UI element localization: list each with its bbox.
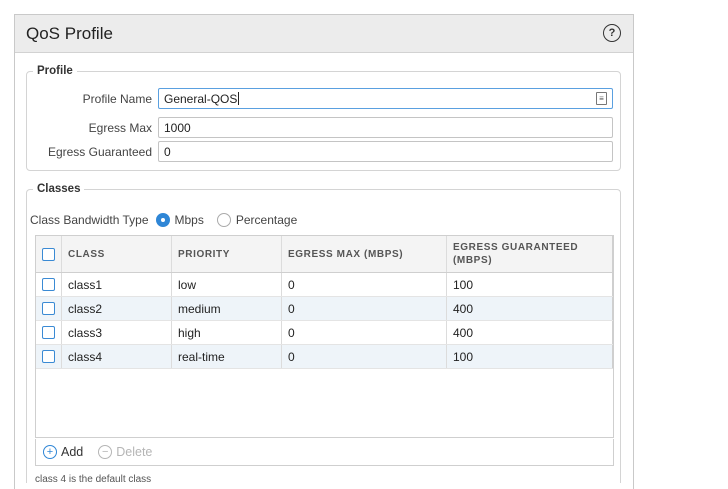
text-caret bbox=[238, 92, 240, 105]
delete-button[interactable]: − Delete bbox=[98, 445, 152, 459]
priority-cell: medium bbox=[172, 297, 282, 320]
classes-legend: Classes bbox=[37, 183, 81, 195]
egress-guaranteed-cell: 100 bbox=[447, 345, 613, 368]
egress-max-cell: 0 bbox=[282, 297, 447, 320]
profile-name-label: Profile Name bbox=[82, 91, 152, 106]
table-row[interactable]: class3 high 0 400 bbox=[36, 321, 613, 345]
field-picker-icon[interactable]: ≡ bbox=[596, 92, 607, 105]
egress-guaranteed-cell: 400 bbox=[447, 297, 613, 320]
class-cell[interactable]: class1 bbox=[62, 273, 172, 296]
minus-circle-icon: − bbox=[98, 445, 113, 459]
row-checkbox[interactable] bbox=[42, 278, 55, 291]
row-checkbox-cell bbox=[36, 273, 62, 296]
help-icon[interactable]: ? bbox=[603, 24, 621, 42]
row-checkbox[interactable] bbox=[42, 350, 55, 363]
percentage-radio[interactable] bbox=[216, 213, 231, 227]
row-checkbox[interactable] bbox=[42, 326, 55, 339]
column-header-class[interactable]: CLASS bbox=[62, 236, 172, 272]
egress-guaranteed-label: Egress Guaranteed bbox=[47, 144, 152, 159]
column-header-egress-max[interactable]: EGRESS MAX (MBPS) bbox=[282, 236, 447, 272]
row-checkbox-cell bbox=[36, 321, 62, 344]
delete-label: Delete bbox=[116, 445, 153, 459]
egress-max-row: Egress Max 1000 bbox=[30, 117, 613, 138]
row-checkbox-cell bbox=[36, 297, 62, 320]
priority-cell: low bbox=[172, 273, 282, 296]
egress-max-value: 1000 bbox=[164, 120, 191, 135]
table-header: CLASS PRIORITY EGRESS MAX (MBPS) EGRESS … bbox=[36, 236, 613, 273]
select-all-checkbox[interactable] bbox=[42, 247, 55, 261]
classes-table: CLASS PRIORITY EGRESS MAX (MBPS) EGRESS … bbox=[35, 235, 614, 438]
profile-name-value: General-QOS bbox=[164, 91, 238, 106]
egress-max-label: Egress Max bbox=[88, 120, 152, 135]
egress-guaranteed-input[interactable]: 0 bbox=[158, 141, 613, 162]
priority-cell: high bbox=[172, 321, 282, 344]
bandwidth-type-row: Class Bandwidth Type Mbps Percentage bbox=[30, 213, 297, 227]
mbps-radio[interactable] bbox=[155, 213, 170, 227]
bandwidth-type-label: Class Bandwidth Type bbox=[30, 213, 149, 227]
class-cell[interactable]: class4 bbox=[62, 345, 172, 368]
profile-name-input[interactable]: General-QOS ≡ bbox=[158, 88, 613, 109]
percentage-label[interactable]: Percentage bbox=[236, 213, 297, 227]
table-row[interactable]: class1 low 0 100 bbox=[36, 273, 613, 297]
column-header-priority[interactable]: PRIORITY bbox=[172, 236, 282, 272]
dialog-header: QoS Profile ? bbox=[15, 15, 633, 53]
mbps-label[interactable]: Mbps bbox=[175, 213, 204, 227]
class-cell[interactable]: class3 bbox=[62, 321, 172, 344]
egress-guaranteed-cell: 100 bbox=[447, 273, 613, 296]
select-all-cell bbox=[36, 236, 62, 272]
add-button[interactable]: + Add bbox=[43, 445, 83, 459]
egress-max-cell: 0 bbox=[282, 321, 447, 344]
table-row[interactable]: class2 medium 0 400 bbox=[36, 297, 613, 321]
egress-guaranteed-row: Egress Guaranteed 0 bbox=[30, 141, 613, 162]
profile-legend: Profile bbox=[37, 65, 73, 77]
row-checkbox-cell bbox=[36, 345, 62, 368]
profile-name-row: Profile Name General-QOS ≡ bbox=[30, 88, 613, 109]
dialog-title: QoS Profile bbox=[26, 23, 113, 43]
default-class-note: class 4 is the default class bbox=[35, 474, 152, 485]
priority-cell: real-time bbox=[172, 345, 282, 368]
egress-guaranteed-value: 0 bbox=[164, 144, 171, 159]
table-row[interactable]: class4 real-time 0 100 bbox=[36, 345, 613, 369]
table-toolbar: + Add − Delete bbox=[35, 439, 614, 466]
egress-max-cell: 0 bbox=[282, 345, 447, 368]
plus-circle-icon: + bbox=[43, 445, 57, 459]
qos-profile-dialog: QoS Profile ? Profile Profile Name Gener… bbox=[14, 14, 634, 489]
egress-max-cell: 0 bbox=[282, 273, 447, 296]
egress-guaranteed-cell: 400 bbox=[447, 321, 613, 344]
add-label: Add bbox=[61, 445, 84, 459]
row-checkbox[interactable] bbox=[42, 302, 55, 315]
class-cell[interactable]: class2 bbox=[62, 297, 172, 320]
egress-max-input[interactable]: 1000 bbox=[158, 117, 613, 138]
column-header-egress-guaranteed[interactable]: EGRESS GUARANTEED (MBPS) bbox=[447, 236, 613, 272]
